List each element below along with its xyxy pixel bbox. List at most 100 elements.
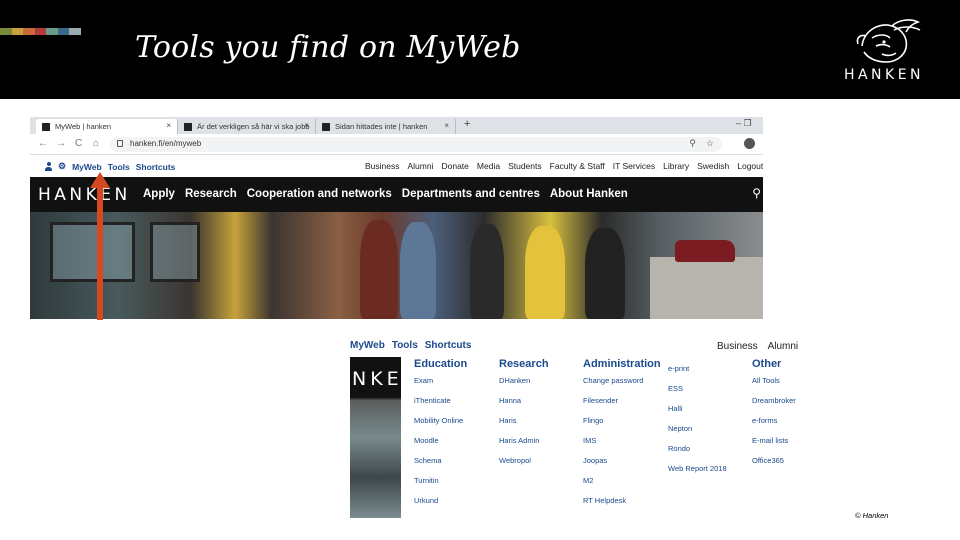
swatch bbox=[11, 28, 23, 35]
util-link[interactable]: Library bbox=[663, 161, 689, 171]
tool-link[interactable]: e-print bbox=[668, 364, 727, 384]
back-icon[interactable]: ← bbox=[38, 138, 48, 149]
slide: Tools you find on MyWeb HANKEN MyWeb | h… bbox=[0, 0, 960, 540]
tool-link[interactable]: Dreambroker bbox=[752, 396, 796, 416]
column-heading: Education bbox=[414, 358, 468, 370]
new-tab-button[interactable]: + bbox=[464, 118, 470, 130]
hermes-head-icon bbox=[856, 19, 921, 63]
window-controls[interactable]: – ❐ bbox=[736, 118, 752, 129]
util-link[interactable]: Students bbox=[508, 161, 542, 171]
lock-icon bbox=[117, 140, 123, 147]
site-main-nav: HANKEN Apply Research Cooperation and ne… bbox=[30, 177, 763, 212]
tool-link[interactable]: Nepton bbox=[668, 424, 727, 444]
tool-link[interactable]: Haris Admin bbox=[499, 436, 549, 456]
util-link[interactable]: Faculty & Staff bbox=[550, 161, 605, 171]
tool-link[interactable]: Turnitin bbox=[414, 476, 467, 496]
person-icon[interactable] bbox=[45, 162, 52, 171]
util-link-shortcuts[interactable]: Shortcuts bbox=[136, 162, 176, 172]
tab-label: MyWeb | hanken bbox=[55, 122, 112, 131]
close-icon[interactable]: × bbox=[304, 121, 309, 130]
tools-column-administration-2: e-print ESS Halli Nepton Rondo Web Repor… bbox=[668, 364, 727, 484]
util-link[interactable]: Logout bbox=[737, 161, 763, 171]
util-link[interactable]: Business bbox=[365, 161, 400, 171]
site-brand-logo[interactable]: HANKEN bbox=[38, 185, 131, 205]
tool-link[interactable]: Rondo bbox=[668, 444, 727, 464]
arrow-up-icon bbox=[90, 172, 110, 188]
tools-column-research: Research DHanken Hanna Haris Haris Admin… bbox=[499, 358, 549, 476]
tool-link[interactable]: Moodle bbox=[414, 436, 467, 456]
util-link-myweb[interactable]: MyWeb bbox=[350, 340, 385, 351]
tab-not-found[interactable]: Sidan hittades inte | hanken × bbox=[316, 119, 456, 134]
nav-cooperation[interactable]: Cooperation and networks bbox=[247, 188, 392, 200]
reload-icon[interactable]: C bbox=[75, 138, 82, 149]
bookmark-star-icon[interactable]: ☆ bbox=[706, 138, 714, 149]
slide-header: Tools you find on MyWeb HANKEN bbox=[0, 0, 960, 99]
util-link[interactable]: Donate bbox=[441, 161, 468, 171]
tool-link[interactable]: Office365 bbox=[752, 456, 796, 476]
util-link[interactable]: Business bbox=[717, 341, 758, 352]
person-figure bbox=[360, 220, 398, 319]
tool-link[interactable]: M2 bbox=[583, 476, 661, 496]
util-link[interactable]: Alumni bbox=[408, 161, 434, 171]
tool-link[interactable]: e-forms bbox=[752, 416, 796, 436]
tool-link[interactable]: Flingo bbox=[583, 416, 661, 436]
util-link[interactable]: Media bbox=[477, 161, 500, 171]
copyright-notice: © Hanken bbox=[855, 511, 889, 520]
tool-link[interactable]: Exam bbox=[414, 376, 467, 396]
util-link[interactable]: Alumni bbox=[768, 341, 799, 352]
gear-icon[interactable]: ⚙ bbox=[58, 161, 66, 172]
util-link[interactable]: Swedish bbox=[697, 161, 729, 171]
tool-link[interactable]: All Tools bbox=[752, 376, 796, 396]
tool-link[interactable]: Joopas bbox=[583, 456, 661, 476]
tab-label: Sidan hittades inte | hanken bbox=[335, 122, 428, 131]
column-heading: Other bbox=[752, 358, 782, 370]
tool-link[interactable]: Mobility Online bbox=[414, 416, 467, 436]
pointer-arrow bbox=[97, 185, 103, 320]
tool-link[interactable]: RT Helpdesk bbox=[583, 496, 661, 516]
tool-link[interactable]: Haris bbox=[499, 416, 549, 436]
swatch bbox=[34, 28, 46, 35]
browser-screenshot: MyWeb | hanken × Är det verkligen så här… bbox=[30, 117, 763, 319]
tool-link[interactable]: Halli bbox=[668, 404, 727, 424]
tool-link[interactable]: Webropol bbox=[499, 456, 549, 476]
nav-about[interactable]: About Hanken bbox=[550, 188, 628, 200]
forward-icon[interactable]: → bbox=[56, 138, 66, 149]
tool-link[interactable]: DHanken bbox=[499, 376, 549, 396]
person-figure bbox=[470, 224, 504, 319]
search-icon[interactable]: ⚲ bbox=[752, 186, 761, 200]
util-link-tools[interactable]: Tools bbox=[108, 162, 130, 172]
tool-link[interactable]: Hanna bbox=[499, 396, 549, 416]
tool-link[interactable]: Web Report 2018 bbox=[668, 464, 727, 484]
close-icon[interactable]: × bbox=[444, 121, 449, 130]
nav-apply[interactable]: Apply bbox=[143, 188, 175, 200]
util-link-tools[interactable]: Tools bbox=[392, 340, 418, 351]
tool-link[interactable]: iThenticate bbox=[414, 396, 467, 416]
tool-link[interactable]: Schema bbox=[414, 456, 467, 476]
tool-link[interactable]: IMS bbox=[583, 436, 661, 456]
util-link-myweb[interactable]: MyWeb bbox=[72, 162, 102, 172]
nav-departments[interactable]: Departments and centres bbox=[402, 188, 540, 200]
close-icon[interactable]: × bbox=[166, 121, 171, 130]
car bbox=[675, 240, 735, 262]
util-link-shortcuts[interactable]: Shortcuts bbox=[425, 340, 472, 351]
site-utility-bar: ⚙ MyWeb Tools Shortcuts Business Alumni … bbox=[30, 155, 763, 177]
zoom-icon[interactable]: ⚲ bbox=[689, 138, 696, 149]
tool-link[interactable]: E-mail lists bbox=[752, 436, 796, 456]
favicon-icon bbox=[322, 122, 330, 131]
tool-link[interactable]: Urkund bbox=[414, 496, 467, 516]
main-nav-links: Apply Research Cooperation and networks … bbox=[143, 188, 628, 200]
account-icon[interactable] bbox=[744, 138, 755, 149]
utility-right: Business Alumni Donate Media Students Fa… bbox=[365, 161, 763, 171]
url-input[interactable]: hanken.fi/en/myweb ⚲ ☆ bbox=[110, 137, 722, 152]
home-icon[interactable]: ⌂ bbox=[93, 138, 99, 149]
tab-myweb[interactable]: MyWeb | hanken × bbox=[36, 119, 178, 134]
tool-link[interactable]: ESS bbox=[668, 384, 727, 404]
swatch bbox=[23, 28, 35, 35]
tab-strip: MyWeb | hanken × Är det verkligen så här… bbox=[30, 117, 763, 134]
hero-photo bbox=[30, 212, 763, 319]
nav-research[interactable]: Research bbox=[185, 188, 237, 200]
tab-article[interactable]: Är det verkligen så här vi ska jobb × bbox=[178, 119, 316, 134]
util-link[interactable]: IT Services bbox=[613, 161, 655, 171]
tool-link[interactable]: Change password bbox=[583, 376, 661, 396]
tool-link[interactable]: Filesender bbox=[583, 396, 661, 416]
